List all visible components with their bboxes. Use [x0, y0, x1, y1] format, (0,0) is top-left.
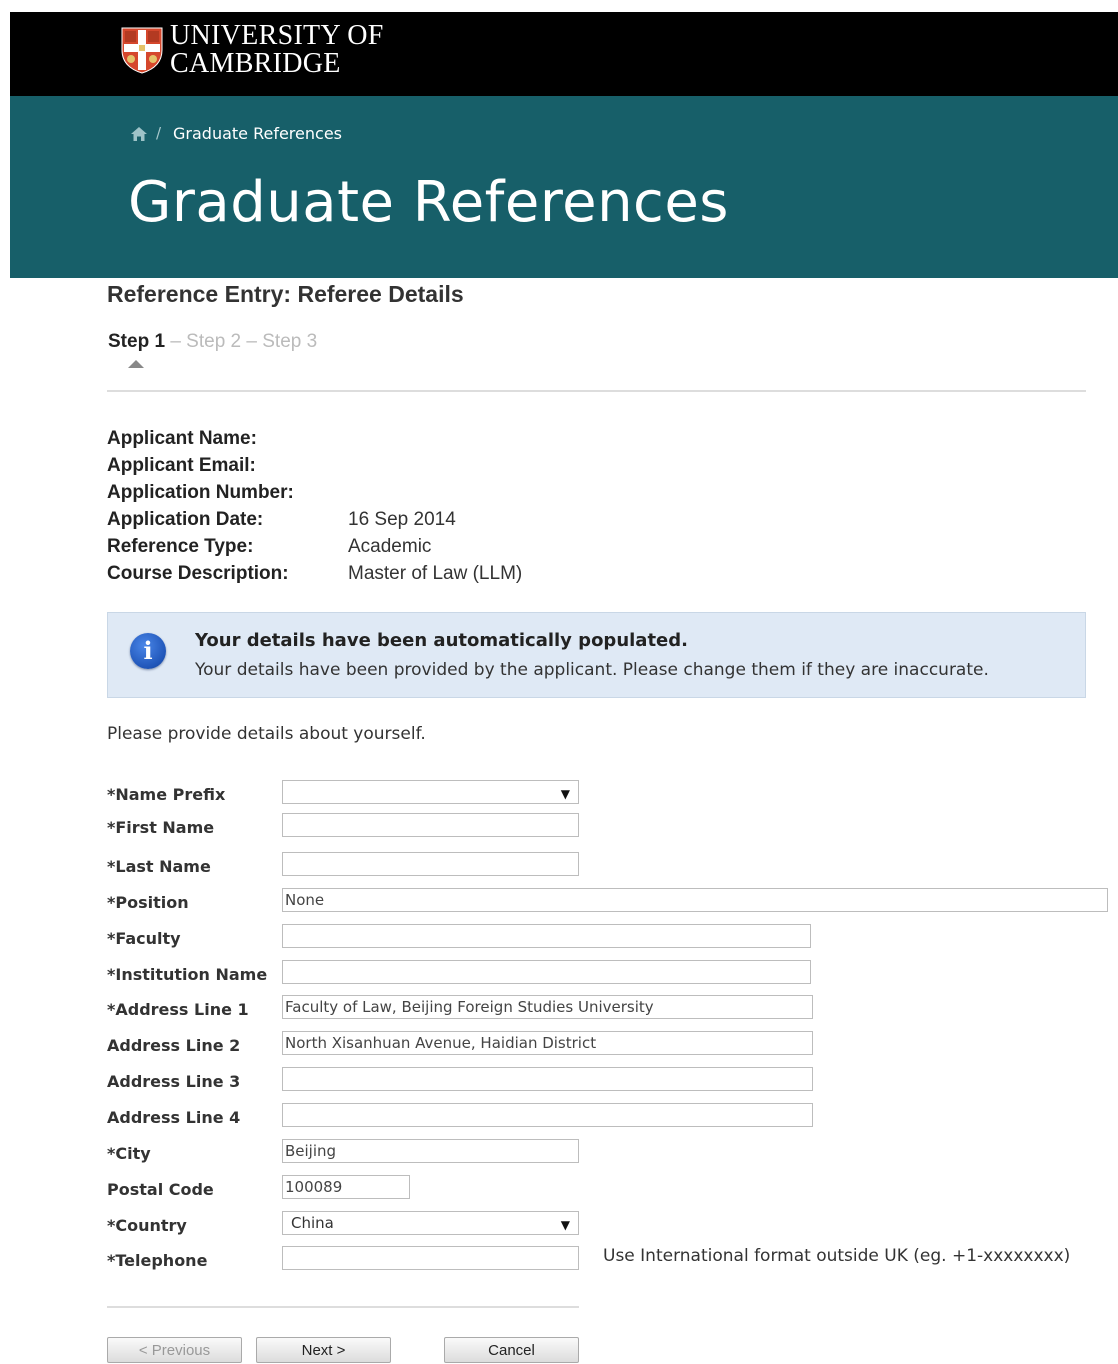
step-3: Step 3: [262, 331, 318, 352]
position-input[interactable]: None: [282, 888, 1108, 912]
info-alert: [107, 612, 1086, 698]
chevron-down-icon: ▼: [560, 787, 570, 801]
city-label: *City: [107, 1144, 151, 1163]
course-description-value: Master of Law (LLM): [348, 563, 523, 584]
address-line-2-label: Address Line 2: [107, 1036, 241, 1055]
application-number-label: Application Number:: [107, 482, 294, 503]
first-name-input[interactable]: [282, 813, 579, 837]
university-name-line1: UNIVERSITY OF: [170, 20, 384, 51]
page-title: Graduate References: [128, 170, 729, 235]
form-intro: Please provide details about yourself.: [107, 724, 426, 744]
last-name-input[interactable]: [282, 852, 579, 876]
step-2: Step 2: [186, 331, 242, 352]
institution-name-label: *Institution Name: [107, 965, 268, 984]
telephone-hint: Use International format outside UK (eg.…: [603, 1246, 1071, 1266]
section-title: Reference Entry: Referee Details: [107, 281, 464, 307]
reference-type-label: Reference Type:: [107, 536, 254, 557]
faculty-label: *Faculty: [107, 929, 181, 948]
address-line-3-label: Address Line 3: [107, 1072, 241, 1091]
previous-button[interactable]: < Previous: [107, 1337, 242, 1363]
address-line-3-input[interactable]: [282, 1067, 813, 1091]
current-step-caret-icon: [128, 360, 144, 368]
position-label: *Position: [107, 893, 189, 912]
country-selected: China: [291, 1214, 334, 1232]
university-crest-icon[interactable]: [120, 26, 164, 74]
home-icon[interactable]: [130, 126, 148, 142]
breadcrumb-separator: /: [156, 124, 162, 142]
applicant-email-label: Applicant Email:: [107, 455, 256, 476]
country-select[interactable]: China ▼: [282, 1211, 579, 1235]
telephone-label: *Telephone: [107, 1251, 208, 1270]
chevron-down-icon: ▼: [560, 1218, 570, 1232]
alert-text: Your details have been provided by the a…: [195, 660, 989, 680]
info-icon: i: [130, 633, 166, 669]
address-line-4-input[interactable]: [282, 1103, 813, 1127]
address-line-2-input[interactable]: North Xisanhuan Avenue, Haidian District: [282, 1031, 813, 1055]
address-line-1-label: *Address Line 1: [107, 1000, 249, 1019]
university-name-line2: CAMBRIDGE: [170, 48, 341, 79]
step-separator-2: –: [246, 331, 257, 352]
first-name-label: *First Name: [107, 818, 215, 837]
country-label: *Country: [107, 1216, 187, 1235]
step-1: Step 1: [108, 331, 166, 352]
telephone-input[interactable]: [282, 1246, 579, 1270]
divider: [107, 390, 1086, 392]
breadcrumb-graduate-references[interactable]: Graduate References: [173, 124, 342, 143]
application-date-value: 16 Sep 2014: [348, 509, 456, 530]
address-line-4-label: Address Line 4: [107, 1108, 241, 1127]
applicant-name-label: Applicant Name:: [107, 428, 257, 449]
postal-code-label: Postal Code: [107, 1180, 214, 1199]
step-indicator: Step 1 – Step 2 – Step 3: [108, 331, 317, 353]
university-wordmark[interactable]: UNIVERSITY OF CAMBRIDGE: [170, 22, 384, 78]
name-prefix-select[interactable]: ▼: [282, 780, 579, 804]
name-prefix-label: *Name Prefix: [107, 785, 226, 804]
alert-title: Your details have been automatically pop…: [195, 630, 688, 651]
next-button[interactable]: Next >: [256, 1337, 391, 1363]
city-input[interactable]: Beijing: [282, 1139, 579, 1163]
step-separator-1: –: [170, 331, 181, 352]
course-description-label: Course Description:: [107, 563, 289, 584]
faculty-input[interactable]: [282, 924, 811, 948]
divider: [107, 1306, 579, 1308]
institution-name-input[interactable]: [282, 960, 811, 984]
address-line-1-input[interactable]: Faculty of Law, Beijing Foreign Studies …: [282, 995, 813, 1019]
postal-code-input[interactable]: 100089: [282, 1175, 410, 1199]
cancel-button[interactable]: Cancel: [444, 1337, 579, 1363]
last-name-label: *Last Name: [107, 857, 211, 876]
application-date-label: Application Date:: [107, 509, 264, 530]
reference-type-value: Academic: [348, 536, 432, 557]
